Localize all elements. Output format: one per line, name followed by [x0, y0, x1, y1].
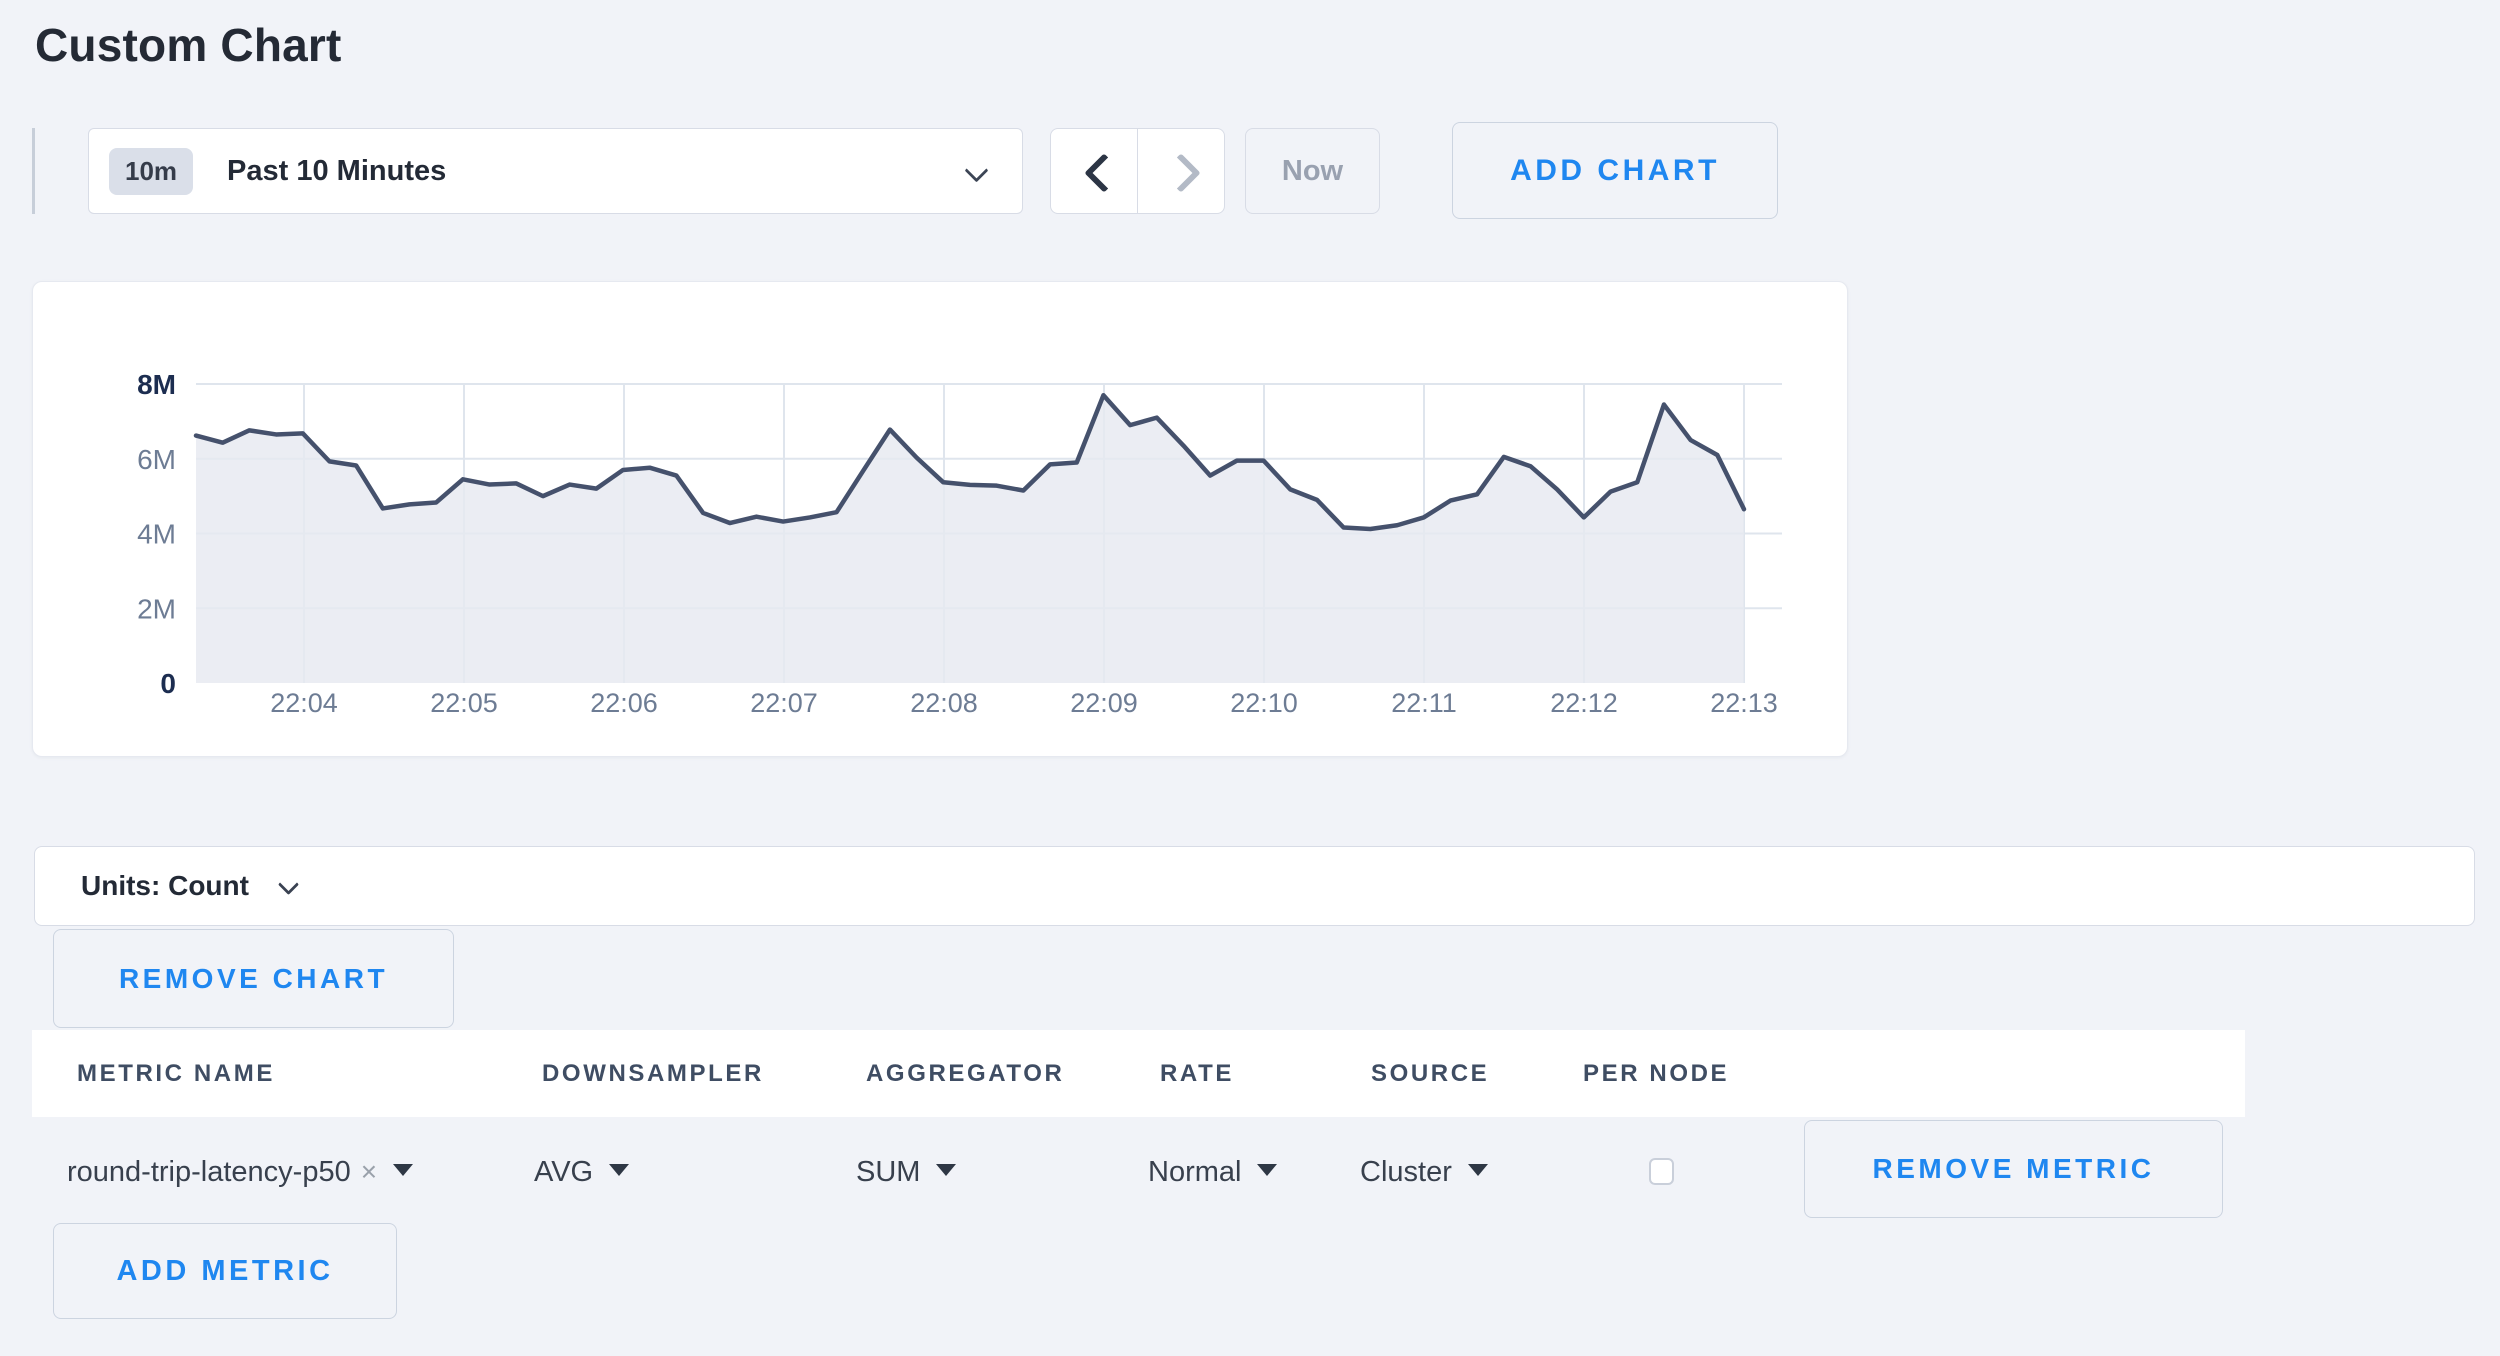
y-axis-tick-label: 6M — [137, 444, 176, 475]
x-axis-tick-label: 22:04 — [270, 688, 338, 718]
chevron-right-icon — [1171, 154, 1191, 188]
remove-metric-button[interactable]: REMOVE METRIC — [1804, 1120, 2223, 1218]
downsampler-dropdown[interactable]: AVG — [534, 1156, 629, 1189]
y-axis-tick-label: 2M — [137, 593, 176, 624]
clear-metric-icon[interactable]: × — [361, 1156, 377, 1187]
col-header-metric-name: METRIC NAME — [77, 1060, 275, 1088]
caret-down-icon — [609, 1164, 629, 1176]
units-select[interactable]: Units: Count — [34, 846, 2475, 926]
caret-down-icon — [936, 1164, 956, 1176]
chevron-down-icon — [966, 160, 988, 182]
prev-range-button[interactable] — [1051, 129, 1137, 213]
chevron-left-icon — [1084, 154, 1104, 188]
downsampler-value: AVG — [534, 1156, 593, 1188]
source-value: Cluster — [1360, 1156, 1452, 1188]
x-axis-tick-label: 22:13 — [1710, 688, 1778, 718]
metrics-table-header — [32, 1030, 2245, 1117]
x-axis-tick-label: 22:10 — [1230, 688, 1298, 718]
y-axis-tick-label: 4M — [137, 519, 176, 550]
x-axis-tick-label: 22:06 — [590, 688, 658, 718]
chart-card: 0 2M 4M 6M 8M 22:04 22:05 22:06 22:07 22:08 22:09 2… — [32, 281, 1848, 757]
source-dropdown[interactable]: Cluster — [1360, 1156, 1488, 1189]
aggregator-value: SUM — [856, 1156, 920, 1188]
chevron-down-icon — [279, 876, 299, 896]
add-chart-button[interactable]: ADD CHART — [1452, 122, 1778, 219]
per-node-checkbox[interactable] — [1649, 1158, 1674, 1185]
time-range-badge: 10m — [109, 148, 193, 195]
now-button[interactable]: Now — [1245, 128, 1380, 214]
x-axis-tick-label: 22:12 — [1550, 688, 1618, 718]
units-label: Units: Count — [81, 870, 249, 902]
toolbar-accent-bar — [32, 128, 35, 214]
remove-chart-button[interactable]: REMOVE CHART — [53, 929, 454, 1028]
y-axis-tick-label: 0 — [160, 668, 176, 699]
y-axis-tick-label: 8M — [137, 369, 176, 400]
add-metric-button[interactable]: ADD METRIC — [53, 1223, 397, 1319]
aggregator-dropdown[interactable]: SUM — [856, 1156, 956, 1189]
x-axis-tick-label: 22:08 — [910, 688, 978, 718]
col-header-aggregator: AGGREGATOR — [866, 1060, 1064, 1088]
col-header-rate: RATE — [1160, 1060, 1234, 1088]
x-axis-tick-label: 22:09 — [1070, 688, 1138, 718]
rate-value: Normal — [1148, 1156, 1241, 1188]
metric-line-chart: 0 2M 4M 6M 8M 22:04 22:05 22:06 22:07 22:08 22:09 2… — [33, 282, 1849, 758]
x-axis-tick-label: 22:05 — [430, 688, 498, 718]
time-range-label: Past 10 Minutes — [227, 155, 446, 188]
next-range-button[interactable] — [1137, 129, 1224, 213]
metric-name-dropdown[interactable]: round-trip-latency-p50 × — [67, 1156, 413, 1189]
x-axis-tick-label: 22:11 — [1391, 688, 1457, 718]
metric-name-value: round-trip-latency-p50 — [67, 1156, 351, 1188]
caret-down-icon — [393, 1164, 413, 1176]
time-pager — [1050, 128, 1225, 214]
time-range-select[interactable]: 10m Past 10 Minutes — [88, 128, 1023, 214]
col-header-source: SOURCE — [1371, 1060, 1489, 1088]
caret-down-icon — [1468, 1164, 1488, 1176]
caret-down-icon — [1257, 1164, 1277, 1176]
col-header-downsampler: DOWNSAMPLER — [542, 1060, 764, 1088]
col-header-per-node: PER NODE — [1583, 1060, 1729, 1088]
rate-dropdown[interactable]: Normal — [1148, 1156, 1277, 1189]
page-title: Custom Chart — [35, 18, 342, 72]
x-axis-tick-label: 22:07 — [750, 688, 818, 718]
